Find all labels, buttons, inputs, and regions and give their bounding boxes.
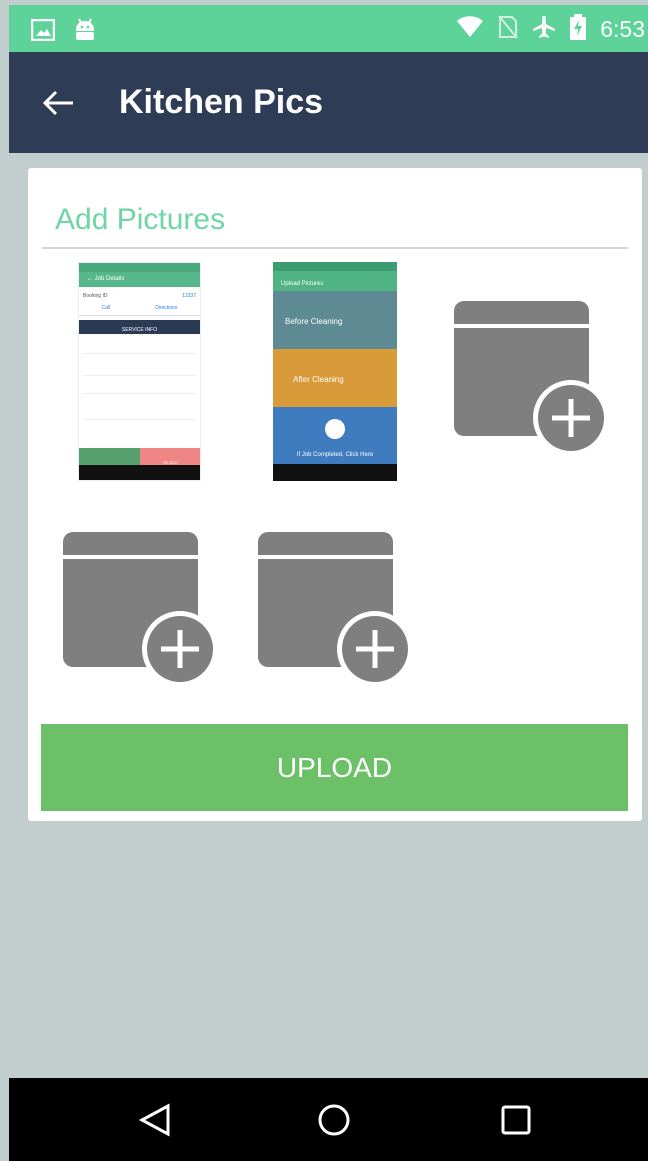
back-button[interactable] (39, 85, 79, 121)
add-picture-slot[interactable] (62, 531, 222, 691)
airplane-icon (532, 15, 556, 44)
page-title: Kitchen Pics (119, 83, 324, 121)
mini-after-label: After Cleaning (293, 375, 344, 384)
battery-charging-icon (570, 14, 587, 45)
back-triangle-icon (138, 1103, 170, 1137)
recents-square-icon (501, 1105, 531, 1135)
mini-call-label: Call (101, 305, 111, 311)
add-picture-slot[interactable] (257, 531, 417, 691)
mini-header-label: Job Details (94, 276, 125, 282)
add-image-icon (454, 301, 609, 456)
mini-completed-label: If Job Completed, Click Here (296, 452, 374, 458)
nav-back-button[interactable] (135, 1100, 175, 1140)
mini-directions-label: Directions (155, 305, 178, 311)
job-details-thumbnail[interactable]: ← Job Details Booking ID 12337 Call Dire… (78, 262, 201, 481)
divider (42, 247, 628, 249)
mini-booking-label: Booking ID (83, 293, 108, 299)
app-bar: Kitchen Pics (9, 52, 648, 153)
mini-header-label: Upload Pictures (281, 281, 324, 287)
add-pictures-card: Add Pictures ← Job Details Booking ID 12… (28, 168, 642, 821)
mini-before-label: Before Cleaning (285, 317, 343, 326)
home-circle-icon (318, 1104, 350, 1136)
system-nav-bar (9, 1078, 648, 1161)
mini-section-label: SERVICE INFO (121, 327, 158, 333)
no-sim-icon (498, 15, 519, 44)
add-image-icon (63, 532, 218, 687)
add-image-icon (258, 532, 413, 687)
nav-recents-button[interactable] (496, 1100, 536, 1140)
card-title: Add Pictures (55, 203, 226, 236)
android-icon (75, 17, 95, 48)
wifi-icon (456, 16, 484, 43)
add-picture-slot[interactable] (453, 300, 613, 460)
arrow-left-icon (43, 90, 73, 116)
image-icon (30, 18, 56, 46)
status-bar: 6:53 (9, 5, 648, 52)
upload-button[interactable]: UPLOAD (41, 724, 628, 811)
upload-pictures-thumbnail[interactable]: Upload Pictures Before Cleaning After Cl… (273, 262, 397, 481)
nav-home-button[interactable] (314, 1100, 354, 1140)
upload-button-label: UPLOAD (276, 751, 393, 783)
clock-time: 6:53 (600, 16, 645, 42)
